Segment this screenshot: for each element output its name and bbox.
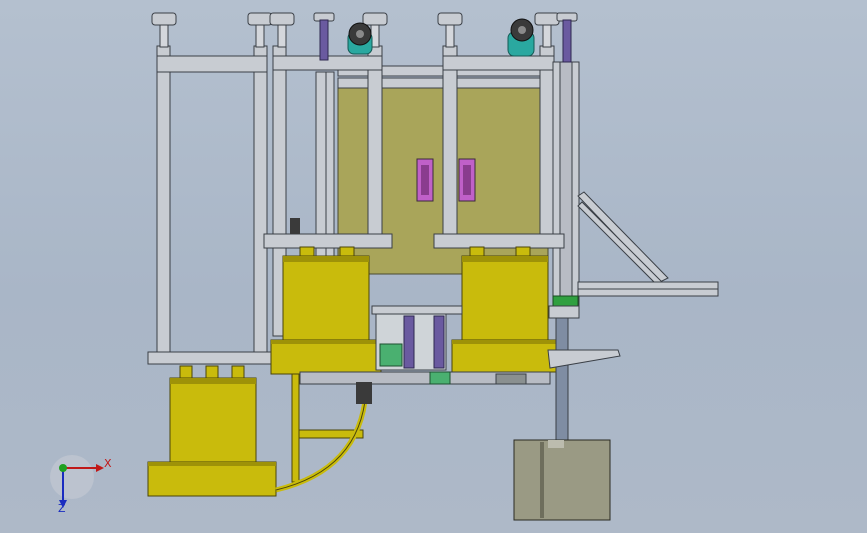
orientation-triad (50, 455, 104, 508)
caster-wheel-left[interactable] (347, 22, 373, 55)
motor-box[interactable] (513, 439, 611, 521)
cylinder-left[interactable] (270, 246, 382, 375)
triad-x-label: X (104, 457, 112, 470)
cylinder-bottom-left[interactable] (147, 365, 277, 497)
leveling-foot-6[interactable] (534, 12, 560, 48)
leveling-foot-5[interactable] (437, 12, 463, 48)
door-handle-right[interactable] (458, 158, 476, 202)
cylinder-right[interactable] (451, 246, 557, 373)
diagonal-brace[interactable] (577, 191, 719, 297)
caster-wheel-right[interactable] (507, 18, 535, 57)
leveling-foot-1[interactable] (151, 12, 177, 48)
threaded-rod-left[interactable] (313, 12, 335, 61)
triad-z-label: Z (58, 502, 66, 515)
leveling-foot-3[interactable] (269, 12, 295, 48)
door-handle-left[interactable] (416, 158, 434, 202)
cad-graphics-viewport[interactable]: X Z (0, 0, 867, 533)
threaded-rod-right[interactable] (556, 12, 578, 63)
machine-assembly-model[interactable] (0, 0, 867, 533)
support-bracket[interactable] (275, 373, 372, 493)
left-outer-frame[interactable] (147, 45, 281, 365)
lift-column[interactable] (547, 295, 621, 441)
leveling-foot-2[interactable] (247, 12, 273, 48)
mount-plate-right[interactable] (433, 233, 565, 249)
